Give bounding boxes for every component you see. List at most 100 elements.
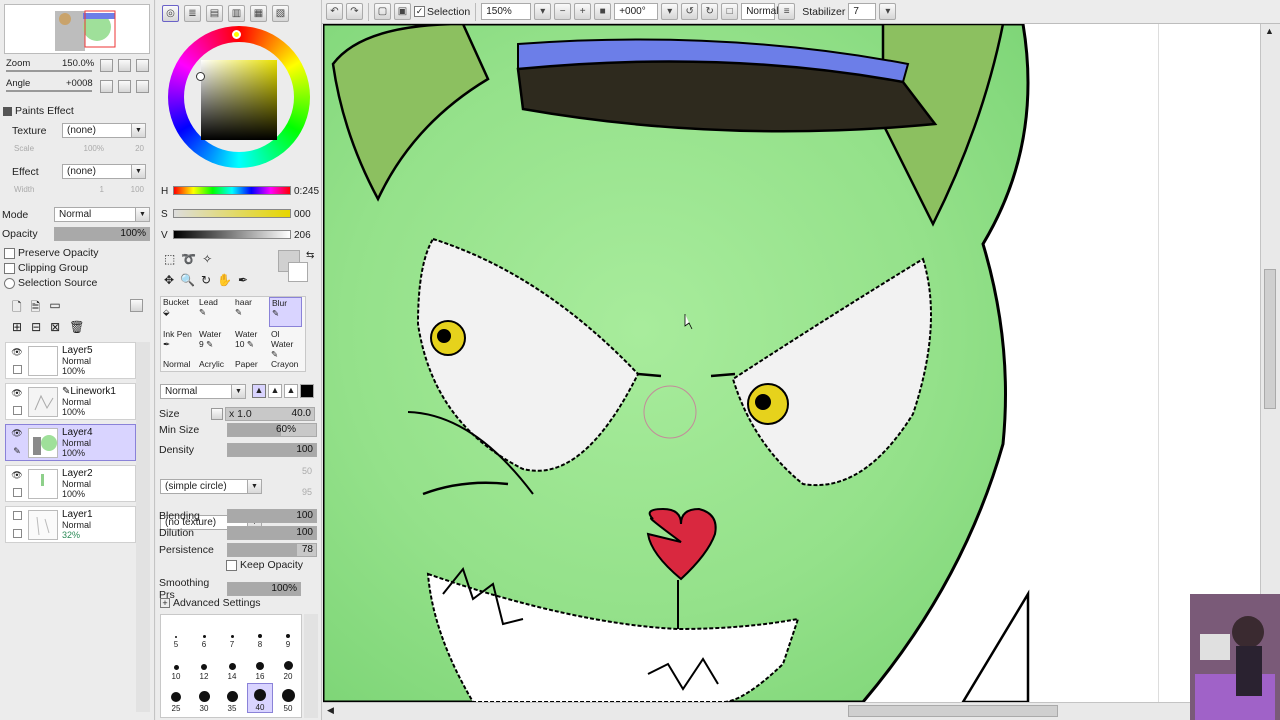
size-mult-icon[interactable] xyxy=(211,408,223,420)
persistence-slider[interactable]: 78 xyxy=(227,543,317,557)
lock-box-icon[interactable] xyxy=(12,488,22,498)
flip-icon[interactable]: ≡ xyxy=(778,3,796,20)
selection-source-option[interactable]: Selection Source xyxy=(4,277,97,289)
clipping-group-checkbox[interactable] xyxy=(4,262,15,274)
swatches-icon[interactable]: ▦ xyxy=(250,5,267,22)
hidden-eye-box-icon[interactable] xyxy=(12,511,22,521)
brush-size-cell[interactable]: 30 xyxy=(191,683,217,713)
selection-checkbox[interactable]: ✓ xyxy=(414,6,425,17)
vertical-scroll-thumb[interactable] xyxy=(1264,269,1276,409)
min-size-slider[interactable]: 60% xyxy=(227,423,317,437)
edge-soft-icon[interactable]: ▲ xyxy=(284,384,298,398)
tool-ink-pen[interactable]: Ink Pen ✒ xyxy=(161,329,194,359)
blending-slider[interactable]: 100 xyxy=(227,509,317,523)
dilution-slider[interactable]: 100 xyxy=(227,526,317,540)
redo-icon[interactable]: ↷ xyxy=(346,3,363,20)
expand-icon[interactable]: + xyxy=(160,598,170,608)
brush-size-cell[interactable]: 7 xyxy=(219,619,245,649)
layer-item-linework1[interactable]: 👁 ✎Linework1 Normal 100% xyxy=(5,383,136,420)
brush-icon[interactable]: ✎ xyxy=(13,446,21,457)
magic-wand-icon[interactable]: ✧ xyxy=(202,252,212,266)
scratchpad-icon[interactable]: ▧ xyxy=(272,5,289,22)
tool-normal[interactable]: Normal xyxy=(161,359,194,371)
tool-water-9[interactable]: Water 9 ✎ xyxy=(197,329,230,359)
merge-down-icon[interactable]: ⊞ xyxy=(12,320,22,334)
clear-layer-icon[interactable]: ⊠ xyxy=(50,320,60,334)
rgb-slider-icon[interactable]: ≣ xyxy=(184,5,201,22)
paints-effect-header[interactable]: Paints Effect xyxy=(3,105,74,117)
zoom-icon[interactable]: 🔍 xyxy=(180,273,195,287)
brush-shape-select[interactable]: (simple circle) ▼ xyxy=(160,479,262,494)
tool-paper[interactable]: Paper xyxy=(233,359,266,371)
nav-zoom-out-icon[interactable] xyxy=(100,59,113,72)
layer-mode-select[interactable]: Normal ▼ xyxy=(54,207,150,222)
zoom-dropdown-icon[interactable]: ▾ xyxy=(534,3,552,20)
nav-zoom-in-icon[interactable] xyxy=(118,59,131,72)
nav-rotate-right-icon[interactable] xyxy=(118,80,131,93)
tool-haar[interactable]: haar ✎ xyxy=(233,297,266,327)
horizontal-scroll-thumb[interactable] xyxy=(848,705,1058,717)
keep-opacity-checkbox[interactable] xyxy=(226,559,237,571)
brush-size-cell[interactable]: 20 xyxy=(275,651,301,681)
tool-acrylic[interactable]: Acrylic xyxy=(197,359,230,371)
brush-size-scrollbar[interactable] xyxy=(304,614,318,718)
density-slider[interactable]: 100 xyxy=(227,443,317,457)
rotate-reset-icon[interactable]: □ xyxy=(721,3,739,20)
texture-select[interactable]: (none) ▼ xyxy=(62,123,146,138)
eye-icon[interactable]: 👁 xyxy=(11,428,22,439)
zoom-slider[interactable] xyxy=(6,70,92,72)
opacity-slider[interactable]: 100% xyxy=(54,227,150,241)
selection-toggle[interactable]: ✓ Selection xyxy=(414,6,470,18)
transfer-down-icon[interactable]: ⊟ xyxy=(31,320,41,334)
edge-medium-icon[interactable]: ▲ xyxy=(268,384,282,398)
eye-icon[interactable]: 👁 xyxy=(11,470,22,481)
lock-box-icon[interactable] xyxy=(12,528,22,538)
advanced-settings-toggle[interactable]: + Advanced Settings xyxy=(160,597,261,609)
secondary-color-swatch[interactable] xyxy=(288,262,308,282)
layer-item-layer1[interactable]: Layer1 Normal 32% xyxy=(5,506,136,543)
tool-oil-water[interactable]: Ol Water ✎ xyxy=(269,329,302,359)
edge-flat-icon[interactable] xyxy=(300,384,314,398)
angle-field[interactable]: +000° xyxy=(614,3,659,20)
sv-picker[interactable] xyxy=(196,72,205,81)
brush-size-cell[interactable]: 14 xyxy=(219,651,245,681)
scroll-up-icon[interactable]: ▲ xyxy=(1265,26,1274,36)
new-layer-icon[interactable]: 🗋 xyxy=(12,298,22,319)
angle-dropdown-icon[interactable]: ▾ xyxy=(661,3,679,20)
rect-select-icon[interactable]: ⬚ xyxy=(164,252,175,266)
clipping-group-option[interactable]: Clipping Group xyxy=(4,262,88,274)
layer-menu-icon[interactable] xyxy=(130,299,143,312)
smoothing-slider[interactable]: 100% xyxy=(227,582,301,596)
brush-size-cell[interactable]: 6 xyxy=(191,619,217,649)
brush-size-cell[interactable]: 8 xyxy=(247,619,273,649)
layer-item-layer2[interactable]: 👁 Layer2 Normal 100% xyxy=(5,465,136,502)
layer-item-layer4[interactable]: 👁 ✎ Layer4 Normal 100% xyxy=(5,424,136,461)
brush-size-cell[interactable]: 50 xyxy=(275,683,301,713)
scroll-left-icon[interactable]: ◀ xyxy=(327,705,334,716)
navigator-thumbnail[interactable] xyxy=(4,4,150,54)
hsv-slider-icon[interactable]: ▤ xyxy=(206,5,223,22)
new-linework-layer-icon[interactable]: 🗎 xyxy=(31,298,41,319)
tool-lead[interactable]: Lead ✎ xyxy=(197,297,230,327)
horizontal-scrollbar[interactable]: ◀ xyxy=(323,702,1260,720)
hue-picker[interactable] xyxy=(232,30,241,39)
invert-selection-icon[interactable]: ▣ xyxy=(394,3,411,20)
zoom-out-icon[interactable]: − xyxy=(554,3,572,20)
zoom-field[interactable]: 150% xyxy=(481,3,532,20)
edge-hard-icon[interactable]: ▲ xyxy=(252,384,266,398)
layer-scrollbar[interactable] xyxy=(136,342,150,712)
zoom-in-icon[interactable]: + xyxy=(574,3,592,20)
brush-size-cell[interactable]: 10 xyxy=(163,651,189,681)
lasso-icon[interactable]: ➰ xyxy=(181,252,196,266)
color-wheel-icon[interactable]: ◎ xyxy=(162,5,179,22)
preserve-opacity-option[interactable]: Preserve Opacity xyxy=(4,247,99,259)
brush-mode-select[interactable]: Normal ▼ xyxy=(160,384,246,399)
size-slider[interactable]: x 1.0 40.0 xyxy=(225,407,315,421)
effect-select[interactable]: (none) ▼ xyxy=(62,164,146,179)
tool-crayon[interactable]: Crayon xyxy=(269,359,302,371)
lock-box-icon[interactable] xyxy=(12,365,22,375)
eye-icon[interactable]: 👁 xyxy=(11,388,22,399)
blend-mode-field[interactable]: Normal xyxy=(741,3,778,20)
zoom-reset-icon[interactable]: ■ xyxy=(594,3,612,20)
tool-water-10[interactable]: Water 10 ✎ xyxy=(233,329,266,359)
